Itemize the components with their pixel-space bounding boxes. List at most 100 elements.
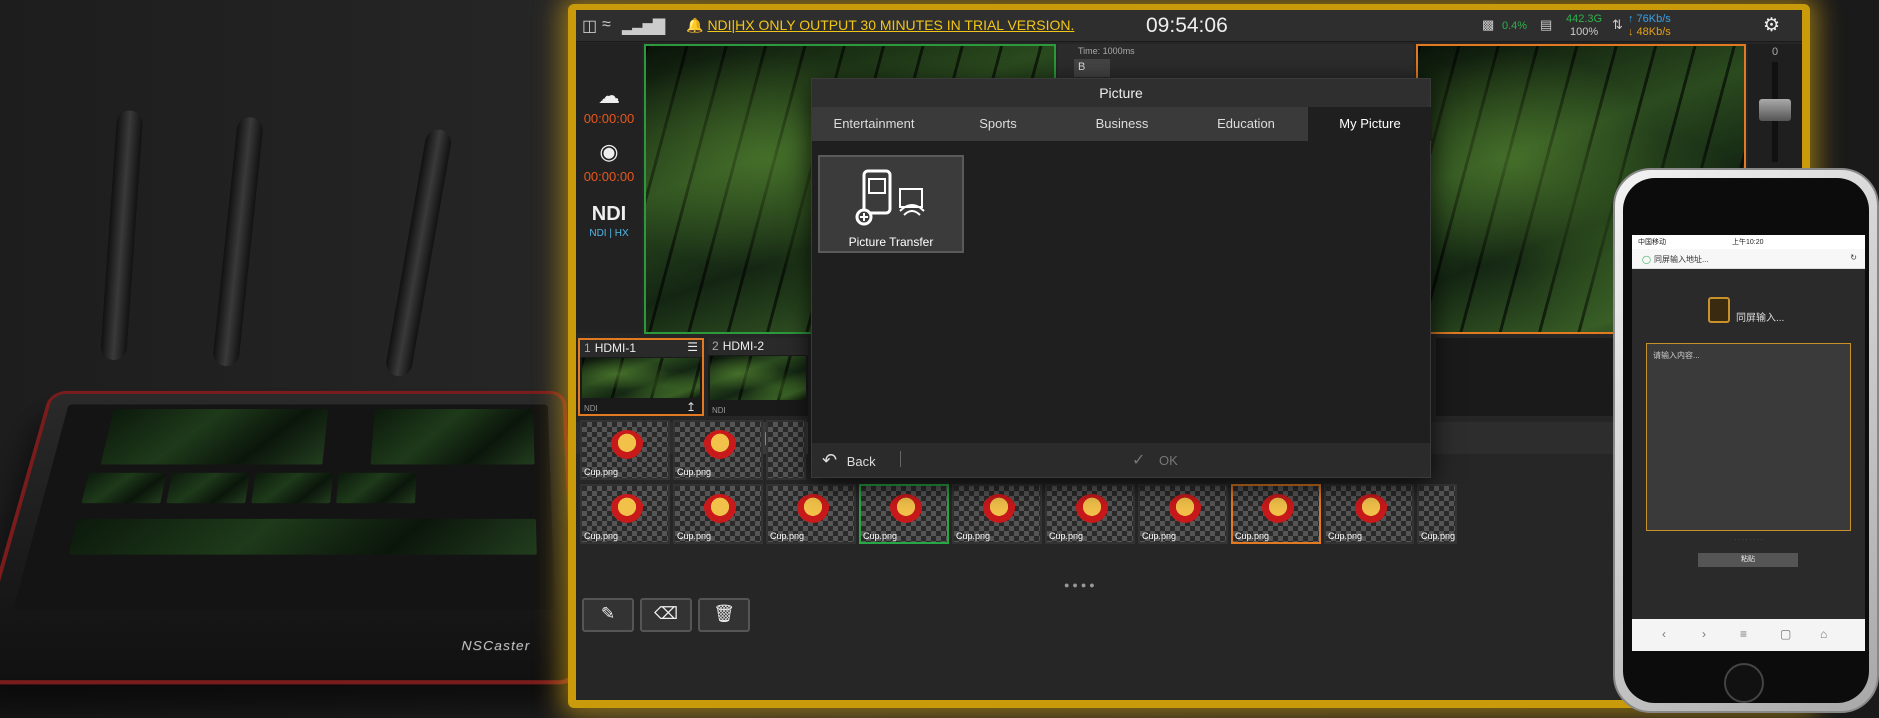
picture-dialog: Picture Entertainment Sports Business Ed… xyxy=(811,78,1432,478)
thumb-item[interactable]: Cup.png xyxy=(673,420,763,480)
storage-icon: ▤ xyxy=(1540,17,1553,32)
thumb-name: Cup.png xyxy=(1328,531,1363,541)
upload-icon[interactable]: ↥ xyxy=(686,400,696,414)
upload-rate: ↑ 76Kb/s xyxy=(1628,13,1671,25)
ndi-logo[interactable]: NDI xyxy=(576,203,642,226)
cup-image xyxy=(703,430,737,462)
device-antenna-middle xyxy=(212,116,265,368)
forward-nav-icon[interactable]: › xyxy=(1702,627,1706,641)
fader-handle[interactable] xyxy=(1759,99,1791,121)
stream-time: 00:00:00 xyxy=(583,111,635,126)
tab-business[interactable]: Business xyxy=(1060,107,1184,141)
list-icon[interactable]: ☰ xyxy=(687,340,698,354)
thumb-item[interactable]: Cup.png xyxy=(1324,484,1414,544)
home-nav-icon[interactable]: ⌂ xyxy=(1820,627,1827,641)
source-video xyxy=(582,358,700,398)
footer-divider xyxy=(900,451,901,467)
source-number: 2 xyxy=(712,339,719,353)
network-icon[interactable]: ◫ xyxy=(582,16,597,36)
phone-home-button[interactable] xyxy=(1724,663,1764,703)
cup-image xyxy=(982,494,1016,526)
thumb-item[interactable]: Cup.png xyxy=(1138,484,1228,544)
device-antenna-left xyxy=(100,109,144,361)
menu-icon[interactable]: ≡ xyxy=(1740,627,1747,641)
thumb-item[interactable] xyxy=(766,420,806,480)
clock: 09:54:06 xyxy=(1146,14,1228,37)
tab-my-picture[interactable]: My Picture xyxy=(1308,107,1432,141)
fader-level-label: 0 xyxy=(1771,46,1779,58)
tab-education[interactable]: Education xyxy=(1184,107,1308,141)
edit-button[interactable]: ✎ xyxy=(582,598,634,632)
thumb-item-preview[interactable]: Cup.png xyxy=(859,484,949,544)
phone-url-bar[interactable]: ◯ 同屏输入地址... ↻ xyxy=(1632,249,1865,269)
transition-box[interactable]: B xyxy=(1074,59,1110,77)
tab-entertainment[interactable]: Entertainment xyxy=(812,107,936,141)
delete-button[interactable]: 🗑 xyxy=(698,598,750,632)
source-hdmi-2[interactable]: 2 HDMI-2 NDI xyxy=(708,338,808,416)
wifi-icon: ≈ xyxy=(602,16,611,33)
thumb-name: Cup.png xyxy=(863,531,898,541)
back-button[interactable]: ↶ Back xyxy=(822,450,876,471)
source-footer: NDI xyxy=(712,406,726,415)
device-source xyxy=(81,472,167,504)
cup-image xyxy=(889,494,923,526)
check-icon: ✓ xyxy=(1132,452,1146,469)
gear-icon[interactable]: ⚙ xyxy=(1763,14,1780,37)
picture-transfer-label: Picture Transfer xyxy=(848,235,934,249)
input-textarea[interactable]: 请输入内容... xyxy=(1646,343,1851,531)
shield-icon: ◯ xyxy=(1642,255,1651,264)
thumb-item[interactable]: Cup.png xyxy=(580,484,670,544)
back-arrow-icon: ↶ xyxy=(822,450,838,470)
record-icon[interactable]: ◉ xyxy=(576,139,642,165)
back-nav-icon[interactable]: ‹ xyxy=(1662,627,1666,641)
cpu-usage: 0.4% xyxy=(1502,20,1528,32)
thumb-item[interactable]: Cup.png xyxy=(952,484,1042,544)
ok-button[interactable]: ✓ OK xyxy=(1132,450,1178,470)
tabs-icon[interactable]: ▢ xyxy=(1780,627,1791,641)
bell-icon: 🔔 xyxy=(686,17,704,33)
dialog-tabs: Entertainment Sports Business Education … xyxy=(812,107,1432,141)
bandwidth-icon: ⇅ xyxy=(1612,17,1623,32)
paste-button[interactable]: 粘贴 xyxy=(1698,553,1798,567)
paste-label: 粘贴 xyxy=(1741,556,1755,563)
hint-text: · · · · · · · · xyxy=(1734,537,1763,543)
device-preview xyxy=(100,409,329,465)
record-time: 00:00:00 xyxy=(583,169,635,184)
transition-time-label: Time: 1000ms xyxy=(1078,46,1135,56)
reload-icon[interactable]: ↻ xyxy=(1850,253,1857,262)
device-screen xyxy=(13,404,555,610)
device-source xyxy=(251,472,334,504)
url-text: 同屏输入地址... xyxy=(1653,255,1709,264)
nscaster-device: NSCaster xyxy=(0,390,580,685)
phone-screen: 中国移动 上午10:20 ◯ 同屏输入地址... ↻ 同屏输入... 请输入内容.… xyxy=(1632,235,1865,651)
back-label: Back xyxy=(846,454,876,469)
picture-transfer-icon xyxy=(855,169,925,226)
picture-transfer-tile[interactable]: Picture Transfer xyxy=(818,155,964,253)
thumb-item[interactable]: Cup.png xyxy=(673,484,763,544)
tab-sports[interactable]: Sports xyxy=(936,107,1060,141)
device-source xyxy=(166,472,250,504)
page-indicator[interactable]: ●●●● xyxy=(1064,580,1098,590)
cloud-stream-icon[interactable]: ☁ xyxy=(576,83,642,109)
cup-image xyxy=(1168,494,1202,526)
ok-label: OK xyxy=(1159,453,1178,468)
device-program xyxy=(370,409,535,465)
cup-image xyxy=(796,494,830,526)
cup-image xyxy=(1354,494,1388,526)
source-footer: NDI xyxy=(584,404,598,413)
thumb-item[interactable]: Cup.png xyxy=(1045,484,1135,544)
thumb-item[interactable]: Cup.png xyxy=(766,484,856,544)
thumb-name: Cup.png xyxy=(1142,531,1177,541)
trial-warning[interactable]: 🔔 NDI|HX ONLY OUTPUT 30 MINUTES IN TRIAL … xyxy=(686,17,1074,34)
thumb-name: Cup.png xyxy=(770,531,805,541)
thumb-item-program[interactable]: Cup.png xyxy=(1231,484,1321,544)
clear-button[interactable]: ⌫ xyxy=(640,598,692,632)
download-rate: ↓ 48Kb/s xyxy=(1628,26,1671,38)
thumb-name: Cup.png xyxy=(677,467,712,477)
source-name: HDMI-2 xyxy=(722,339,765,353)
thumb-item[interactable]: Cup.png xyxy=(580,420,670,480)
top-bar: ◫ ≈ ▂▃▅▇ 🔔 NDI|HX ONLY OUTPUT 30 MINUTES … xyxy=(576,10,1802,42)
thumb-item[interactable]: Cup.png xyxy=(1417,484,1457,544)
phone-time: 上午10:20 xyxy=(1732,239,1764,246)
source-hdmi-1[interactable]: 1 HDMI-1 ☰ NDI ↥ xyxy=(578,338,704,416)
